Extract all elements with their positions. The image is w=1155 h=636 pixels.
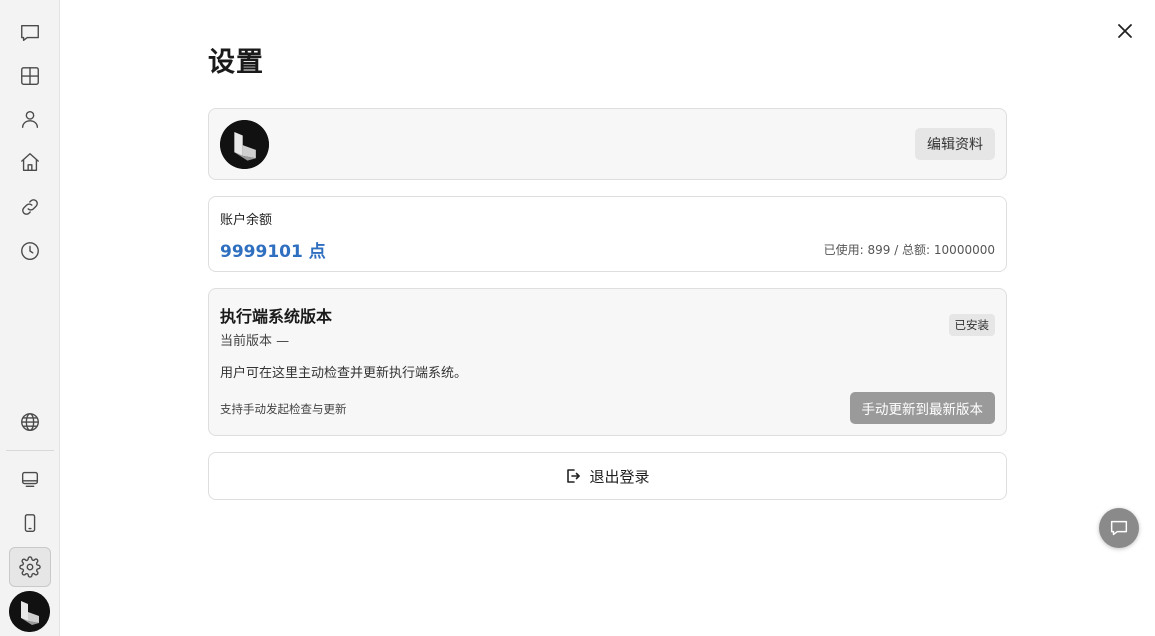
sidebar-item-desktop[interactable] bbox=[9, 459, 51, 499]
settings-icon bbox=[19, 556, 41, 578]
globe-icon bbox=[21, 413, 39, 431]
edit-profile-button[interactable]: 编辑资料 bbox=[915, 128, 995, 160]
close-icon bbox=[1118, 24, 1132, 38]
balance-value: 9999101 点 bbox=[220, 242, 326, 262]
sidebar-item-language[interactable] bbox=[9, 402, 51, 442]
page-title: 设置 bbox=[208, 47, 264, 78]
balance-card: 账户余额 9999101 点 已使用: 899 / 总额: 10000000 bbox=[208, 196, 1007, 272]
version-description: 用户可在这里主动检查并更新执行端系统。 bbox=[220, 366, 468, 381]
sidebar-item-mobile[interactable] bbox=[9, 503, 51, 543]
chat-support-button[interactable] bbox=[1099, 508, 1139, 548]
profile-avatar bbox=[220, 120, 269, 169]
sidebar-item-profile[interactable] bbox=[9, 99, 51, 139]
logo-icon bbox=[9, 591, 50, 632]
sidebar-item-history[interactable] bbox=[9, 231, 51, 271]
profile-card: 编辑资料 bbox=[208, 108, 1007, 180]
user-icon bbox=[21, 110, 39, 128]
sidebar-item-dashboard[interactable] bbox=[9, 56, 51, 96]
logo-icon bbox=[220, 120, 269, 169]
version-title: 执行端系统版本 bbox=[220, 307, 333, 326]
home-icon bbox=[21, 153, 39, 171]
version-current: 当前版本 — bbox=[220, 334, 290, 349]
balance-label: 账户余额 bbox=[220, 213, 273, 228]
sidebar-item-chat[interactable] bbox=[9, 13, 51, 53]
version-card: 执行端系统版本 当前版本 — 已安装 用户可在这里主动检查并更新执行端系统。 支… bbox=[208, 288, 1007, 436]
clock-icon bbox=[21, 242, 39, 260]
status-badge: 已安装 bbox=[948, 314, 995, 336]
message-square-icon bbox=[21, 24, 39, 42]
logout-label: 退出登录 bbox=[589, 467, 650, 486]
smartphone-icon bbox=[24, 514, 36, 532]
update-button[interactable]: 手动更新到最新版本 bbox=[849, 392, 995, 424]
sidebar-item-links[interactable] bbox=[9, 187, 51, 227]
sidebar bbox=[0, 0, 60, 636]
monitor-icon bbox=[21, 471, 39, 488]
grid-icon bbox=[21, 67, 39, 85]
avatar[interactable] bbox=[9, 591, 50, 632]
sidebar-item-home[interactable] bbox=[9, 142, 51, 182]
message-square-icon bbox=[1110, 520, 1128, 536]
balance-usage: 已使用: 899 / 总额: 10000000 bbox=[823, 243, 995, 257]
version-hint: 支持手动发起检查与更新 bbox=[220, 402, 347, 416]
close-button[interactable] bbox=[1113, 19, 1137, 43]
sidebar-divider bbox=[6, 450, 54, 451]
logout-button[interactable]: 退出登录 bbox=[208, 452, 1007, 500]
logout-icon bbox=[567, 469, 581, 483]
link-icon bbox=[22, 199, 38, 215]
sidebar-item-settings[interactable] bbox=[9, 547, 51, 587]
